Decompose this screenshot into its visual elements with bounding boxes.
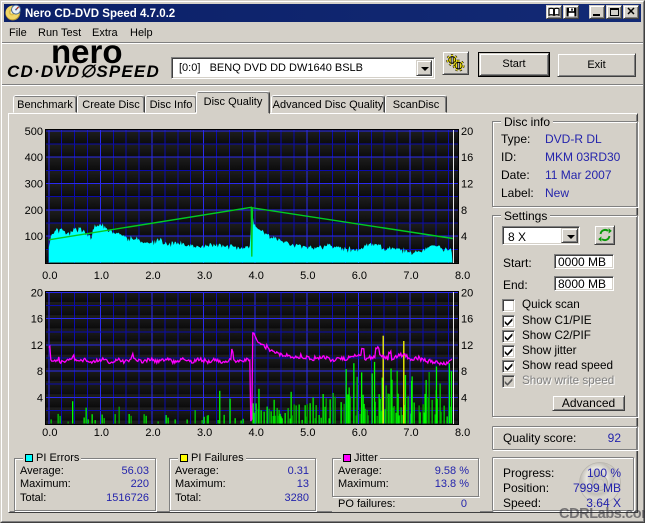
svg-text:16: 16 bbox=[461, 314, 473, 326]
svg-text:0.0: 0.0 bbox=[42, 427, 57, 439]
svg-text:8.0: 8.0 bbox=[455, 427, 470, 439]
svg-text:7.0: 7.0 bbox=[403, 270, 418, 282]
svg-text:3.0: 3.0 bbox=[197, 427, 212, 439]
svg-text:500: 500 bbox=[25, 126, 43, 138]
svg-text:5.0: 5.0 bbox=[300, 270, 315, 282]
svg-text:20: 20 bbox=[461, 288, 473, 300]
svg-text:8: 8 bbox=[461, 366, 467, 378]
svg-text:2.0: 2.0 bbox=[145, 427, 160, 439]
svg-text:0.0: 0.0 bbox=[42, 270, 57, 282]
svg-text:16: 16 bbox=[31, 314, 43, 326]
svg-text:1.0: 1.0 bbox=[94, 270, 109, 282]
svg-text:4.0: 4.0 bbox=[249, 427, 264, 439]
svg-text:5.0: 5.0 bbox=[300, 427, 315, 439]
svg-text:12: 12 bbox=[461, 340, 473, 352]
svg-text:20: 20 bbox=[461, 126, 473, 138]
svg-text:4: 4 bbox=[461, 231, 467, 243]
svg-text:16: 16 bbox=[461, 152, 473, 164]
svg-text:8: 8 bbox=[37, 366, 43, 378]
svg-text:4: 4 bbox=[37, 392, 43, 404]
svg-text:20: 20 bbox=[31, 288, 43, 300]
svg-text:12: 12 bbox=[461, 178, 473, 190]
svg-text:300: 300 bbox=[25, 178, 43, 190]
svg-text:200: 200 bbox=[25, 205, 43, 217]
svg-text:3.0: 3.0 bbox=[197, 270, 212, 282]
svg-text:12: 12 bbox=[31, 340, 43, 352]
svg-text:1.0: 1.0 bbox=[94, 427, 109, 439]
svg-text:7.0: 7.0 bbox=[403, 427, 418, 439]
svg-text:4: 4 bbox=[461, 392, 467, 404]
svg-text:4.0: 4.0 bbox=[249, 270, 264, 282]
svg-text:8.0: 8.0 bbox=[455, 270, 470, 282]
svg-text:6.0: 6.0 bbox=[352, 270, 367, 282]
svg-text:8: 8 bbox=[461, 205, 467, 217]
svg-text:400: 400 bbox=[25, 152, 43, 164]
svg-text:2.0: 2.0 bbox=[145, 270, 160, 282]
svg-text:6.0: 6.0 bbox=[352, 427, 367, 439]
svg-text:100: 100 bbox=[25, 231, 43, 243]
